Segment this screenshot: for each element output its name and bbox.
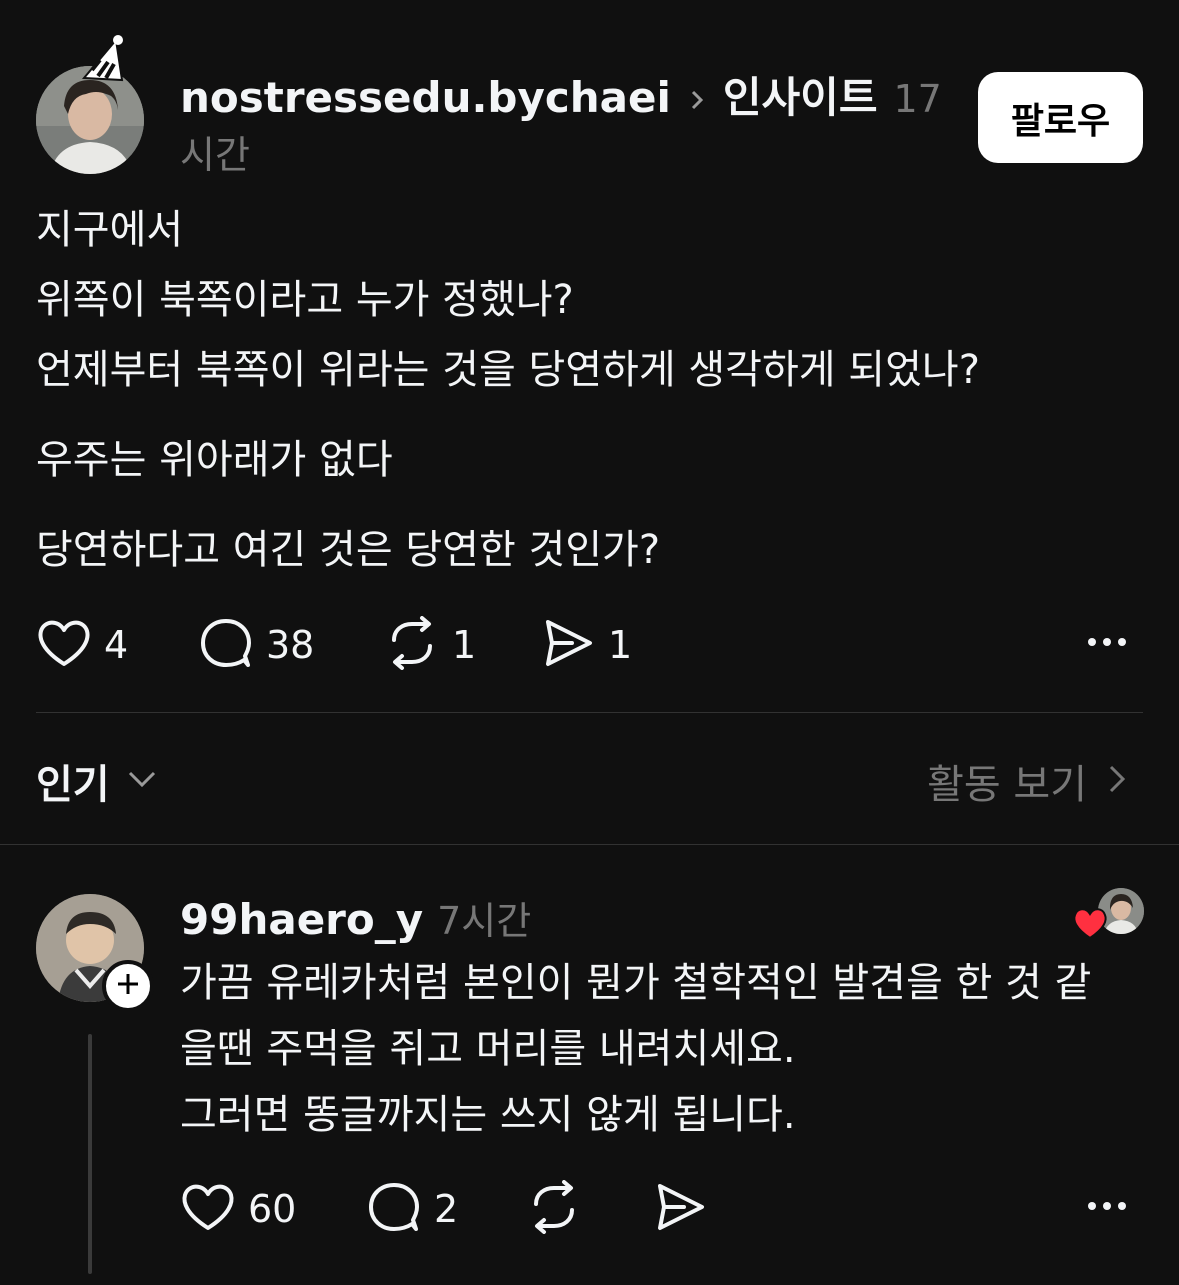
post-header: nostressedu.bychaei 인사이트 17 (180, 64, 942, 125)
sort-dropdown[interactable]: 인기 (36, 752, 158, 810)
repost-button[interactable]: 1 (384, 616, 476, 674)
reply-like-button[interactable]: 60 (180, 1180, 296, 1238)
divider (0, 844, 1179, 845)
activity-label: 활동 보기 (927, 762, 1087, 808)
reply-like-count: 60 (248, 1187, 297, 1231)
reply-line: 을땐 주먹을 쥐고 머리를 내려치세요. (180, 1026, 796, 1072)
post-line: 당연하다고 여긴 것은 당연한 것인가? (36, 527, 661, 573)
post-time: 17 (893, 77, 942, 121)
post-line: 우주는 위아래가 없다 (36, 437, 393, 483)
add-icon (115, 971, 141, 1001)
reply-header: 99haero_y 7시간 (180, 890, 531, 945)
share-count: 1 (608, 623, 633, 667)
heart-icon (1072, 906, 1108, 944)
community-name[interactable]: 인사이트 (723, 64, 878, 125)
repost-icon[interactable] (526, 1180, 582, 1238)
thread-line (88, 1034, 92, 1274)
activity-link[interactable]: 활동 보기 (927, 752, 1127, 810)
comment-button[interactable]: 38 (198, 616, 314, 674)
post-line: 위쪽이 북쪽이라고 누가 정했나? (36, 277, 574, 323)
reply-line: 가끔 유레카처럼 본인이 뭔가 철학적인 발견을 한 것 같 (180, 960, 1092, 1006)
reply-time: 7시간 (437, 899, 532, 943)
chevron-right-icon (687, 88, 707, 116)
reply-comment-button[interactable]: 2 (366, 1180, 458, 1238)
chevron-right-icon (1107, 761, 1127, 801)
divider (36, 712, 1143, 713)
comment-count: 38 (266, 623, 315, 667)
reply-comment-count: 2 (434, 1187, 459, 1231)
share-icon (540, 616, 596, 674)
post-line: 언제부터 북쪽이 위라는 것을 당연하게 생각하게 되었나? (36, 347, 980, 393)
reply-line: 그러면 똥글까지는 쓰지 않게 됩니다. (180, 1092, 796, 1138)
party-hat-icon (81, 35, 124, 82)
follow-button[interactable]: 팔로우 (978, 72, 1143, 163)
post-line: 지구에서 (36, 207, 184, 253)
comment-icon (366, 1180, 422, 1238)
like-count: 4 (104, 623, 129, 667)
more-icon[interactable] (1086, 630, 1128, 658)
post-time-unit: 시간 (180, 133, 250, 177)
chevron-down-icon (126, 767, 158, 795)
like-button[interactable]: 4 (36, 616, 128, 674)
sort-label: 인기 (36, 762, 110, 808)
repost-icon (384, 616, 440, 674)
post-author[interactable]: nostressedu.bychaei (180, 73, 671, 122)
heart-icon (36, 616, 92, 674)
comment-icon (198, 616, 254, 674)
reply-author[interactable]: 99haero_y (180, 895, 423, 944)
add-follow-button[interactable] (102, 960, 154, 1012)
heart-icon (180, 1180, 236, 1238)
repost-count: 1 (452, 623, 477, 667)
share-icon[interactable] (652, 1180, 708, 1238)
share-button[interactable]: 1 (540, 616, 632, 674)
more-icon[interactable] (1086, 1194, 1128, 1222)
